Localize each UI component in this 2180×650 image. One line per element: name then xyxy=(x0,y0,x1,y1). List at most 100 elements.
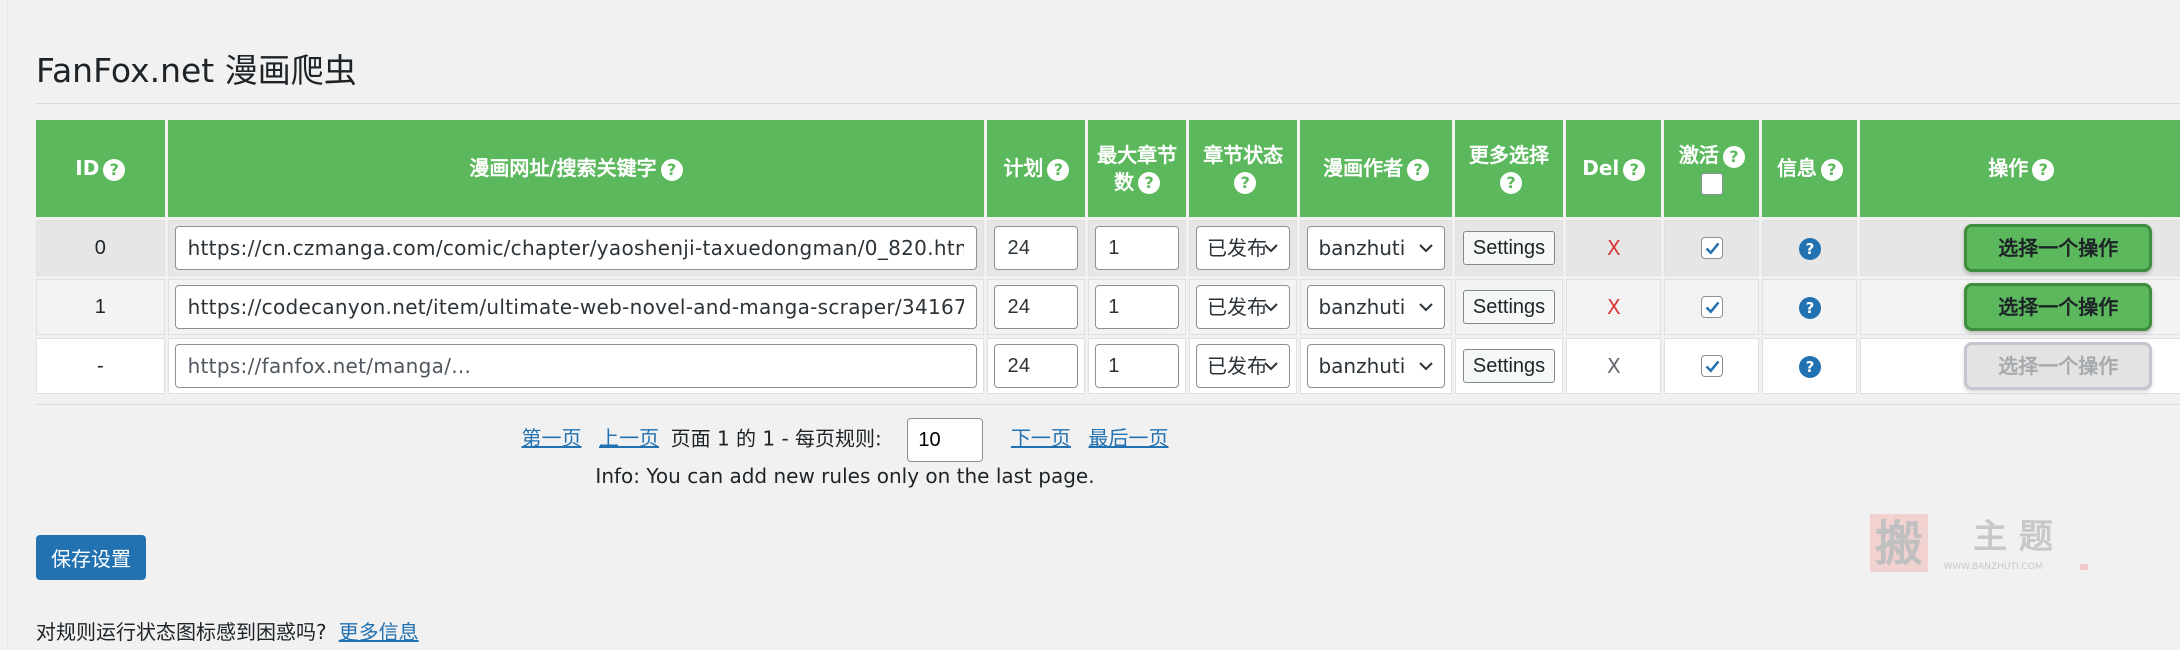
help-icon[interactable]: ? xyxy=(1138,172,1161,194)
chevron-down-icon xyxy=(1263,345,1279,387)
max-chapters-input[interactable] xyxy=(1095,226,1179,270)
info-icon[interactable]: ? xyxy=(1798,237,1821,260)
action-select-button[interactable]: 选择一个操作 xyxy=(1964,224,2153,272)
watermark-logo: 搬 主 题 WWW.BANZHUTI.COM xyxy=(1870,514,2088,572)
page-title: FanFox.net 漫画爬虫 xyxy=(36,51,357,90)
select-all-checkbox[interactable] xyxy=(1700,173,1723,195)
status-cell: 已发布 xyxy=(1188,338,1298,394)
next-page-link[interactable]: 下一页 xyxy=(1011,426,1071,450)
header-actions: 操作? xyxy=(1860,120,2180,217)
chevron-down-icon xyxy=(1263,286,1279,328)
help-icon[interactable]: ? xyxy=(1820,158,1843,181)
settings-button[interactable]: Settings xyxy=(1462,290,1556,324)
header-info: 信息? xyxy=(1762,120,1858,217)
header-schedule-label: 计划 xyxy=(1003,156,1044,180)
active-checkbox[interactable] xyxy=(1700,355,1723,378)
header-max-chapters-label: 最大章节数 xyxy=(1097,142,1178,194)
action-select-button-disabled[interactable]: 选择一个操作 xyxy=(1964,342,2153,390)
status-cell: 已发布 xyxy=(1188,279,1298,335)
row-id: 1 xyxy=(36,279,165,335)
chapter-status-select[interactable]: 已发布 xyxy=(1195,226,1291,270)
chapter-status-value: 已发布 xyxy=(1206,354,1267,378)
author-select[interactable]: banzhuti xyxy=(1307,226,1445,270)
del-cell: X xyxy=(1566,338,1662,394)
delete-rule-button[interactable]: X xyxy=(1607,236,1621,260)
chapter-status-select[interactable]: 已发布 xyxy=(1195,285,1291,329)
table-row: 0 已发布 banzhuti Settings X ? 选择一个操作 xyxy=(36,220,2180,276)
max-chapters-input[interactable] xyxy=(1095,344,1179,388)
active-checkbox[interactable] xyxy=(1700,237,1723,260)
url-cell xyxy=(167,220,985,276)
help-icon[interactable]: ? xyxy=(1623,158,1646,181)
save-settings-button[interactable]: 保存设置 xyxy=(36,535,146,580)
settings-cell: Settings xyxy=(1454,279,1564,335)
pagination-info: Info: You can add new rules only on the … xyxy=(595,464,1095,488)
info-icon[interactable]: ? xyxy=(1798,355,1821,378)
help-icon[interactable]: ? xyxy=(1722,145,1745,168)
schedule-input[interactable] xyxy=(994,226,1079,270)
del-cell: X xyxy=(1566,220,1662,276)
help-icon[interactable]: ? xyxy=(2032,158,2055,181)
per-page-input[interactable] xyxy=(907,418,984,462)
info-icon[interactable]: ? xyxy=(1798,296,1821,319)
url-input[interactable] xyxy=(174,285,978,329)
header-max-chapters: 最大章节数? xyxy=(1088,120,1186,217)
author-select[interactable]: banzhuti xyxy=(1307,344,1445,388)
more-info-link[interactable]: 更多信息 xyxy=(339,620,419,644)
help-icon[interactable]: ? xyxy=(1500,172,1523,194)
checkmark-icon xyxy=(1705,360,1720,373)
schedule-input[interactable] xyxy=(994,285,1079,329)
header-author: 漫画作者? xyxy=(1300,120,1452,217)
info-cell: ? xyxy=(1762,279,1858,335)
schedule-cell xyxy=(987,338,1086,394)
help-icon[interactable]: ? xyxy=(1407,158,1430,181)
row-id: 0 xyxy=(36,220,165,276)
chapter-status-select[interactable]: 已发布 xyxy=(1195,344,1291,388)
header-chapter-status-label: 章节状态 xyxy=(1203,142,1284,167)
url-input[interactable] xyxy=(174,226,978,270)
action-cell: 选择一个操作 xyxy=(1860,279,2180,335)
delete-rule-button[interactable]: X xyxy=(1607,354,1621,378)
url-cell xyxy=(167,279,985,335)
chevron-down-icon xyxy=(1418,345,1434,387)
new-url-input[interactable] xyxy=(174,344,978,388)
pagination: 第一页 上一页 页面 1 的 1 - 每页规则: 下一页 最后一页 xyxy=(0,418,1690,462)
footer-help: 对规则运行状态图标感到困惑吗? 更多信息 xyxy=(36,616,419,645)
active-cell xyxy=(1664,338,1760,394)
chevron-down-icon xyxy=(1418,286,1434,328)
prev-page-link[interactable]: 上一页 xyxy=(599,426,659,450)
settings-button[interactable]: Settings xyxy=(1462,231,1556,265)
author-cell: banzhuti xyxy=(1300,338,1452,394)
schedule-input[interactable] xyxy=(994,344,1079,388)
chapter-status-value: 已发布 xyxy=(1206,295,1267,319)
title-divider xyxy=(36,103,2180,104)
max-chapters-cell xyxy=(1088,338,1186,394)
delete-rule-button[interactable]: X xyxy=(1607,295,1621,319)
url-cell xyxy=(167,338,985,394)
active-checkbox[interactable] xyxy=(1700,296,1723,319)
table-row: 1 已发布 banzhuti Settings X ? 选择一个操作 xyxy=(36,279,2180,335)
help-icon[interactable]: ? xyxy=(1047,158,1070,181)
chevron-down-icon xyxy=(1263,227,1279,269)
help-icon[interactable]: ? xyxy=(1234,172,1257,194)
help-icon[interactable]: ? xyxy=(660,158,683,181)
author-select[interactable]: banzhuti xyxy=(1307,285,1445,329)
action-select-button[interactable]: 选择一个操作 xyxy=(1964,283,2153,331)
first-page-link[interactable]: 第一页 xyxy=(521,426,581,450)
header-del-label: Del xyxy=(1582,156,1620,180)
header-more-options-label: 更多选择 xyxy=(1469,142,1550,167)
help-icon[interactable]: ? xyxy=(103,158,126,181)
max-chapters-cell xyxy=(1088,220,1186,276)
settings-button[interactable]: Settings xyxy=(1462,349,1556,383)
max-chapters-input[interactable] xyxy=(1095,285,1179,329)
header-id: ID? xyxy=(36,120,165,217)
active-cell xyxy=(1664,220,1760,276)
settings-cell: Settings xyxy=(1454,220,1564,276)
action-cell: 选择一个操作 xyxy=(1860,220,2180,276)
watermark-url: WWW.BANZHUTI.COM xyxy=(1943,562,2042,572)
author-cell: banzhuti xyxy=(1300,220,1452,276)
rules-table-container: ID? 漫画网址/搜索关键字? 计划? 最大章节数? 章节状态? 漫画作者? 更… xyxy=(36,117,2180,397)
row-id: - xyxy=(36,338,165,394)
new-rule-row: - 已发布 banzhuti Settings X ? 选择一个操作 xyxy=(36,338,2180,394)
last-page-link[interactable]: 最后一页 xyxy=(1089,426,1169,450)
